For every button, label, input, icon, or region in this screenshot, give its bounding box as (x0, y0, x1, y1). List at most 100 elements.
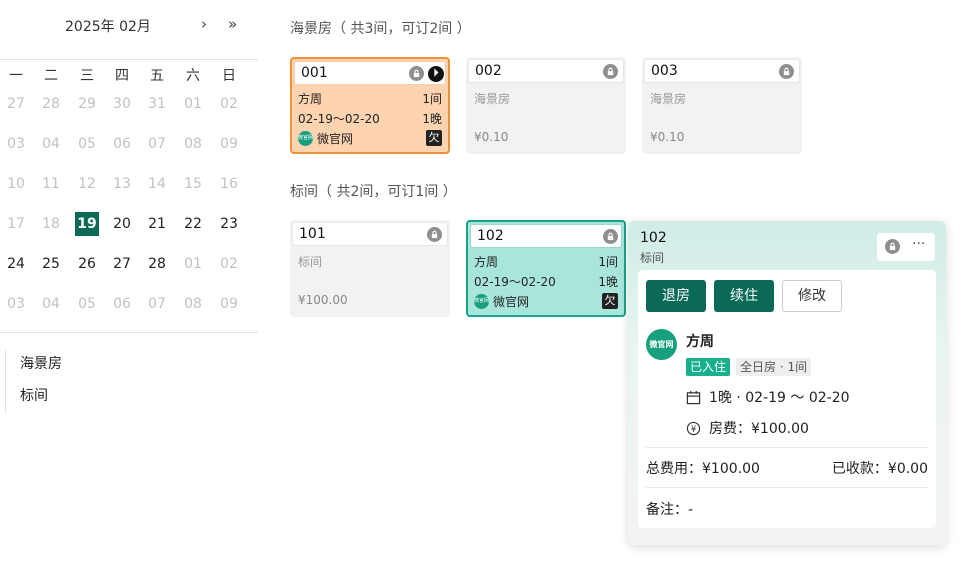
stay-type-tag: 全日房 · 1间 (736, 358, 812, 376)
lock-icon[interactable] (603, 64, 618, 79)
calendar-day[interactable]: 16 (216, 172, 242, 196)
calendar-day[interactable]: 08 (180, 132, 206, 156)
calendar-day[interactable]: 27 (3, 92, 29, 116)
lock-icon[interactable] (427, 227, 442, 242)
calendar-day-today[interactable]: 19 (75, 212, 99, 236)
calendar-day[interactable]: 07 (144, 292, 170, 316)
calendar-day[interactable]: 03 (3, 132, 29, 156)
calendar-day[interactable]: 12 (74, 172, 100, 196)
lock-icon[interactable] (409, 66, 424, 81)
guest-source-logo-icon: 微官网 (646, 329, 677, 360)
calendar-day[interactable]: 08 (180, 292, 206, 316)
calendar-icon (686, 390, 701, 405)
calendar-day[interactable]: 22 (180, 212, 206, 236)
calendar-week-row: 10 11 12 13 14 15 16 (0, 172, 258, 198)
source-logo-icon: 微官网 (474, 294, 489, 309)
calendar-day[interactable]: 26 (74, 252, 100, 276)
lock-icon[interactable] (779, 64, 794, 79)
calendar-day[interactable]: 01 (180, 92, 206, 116)
lock-icon[interactable] (603, 229, 618, 244)
calendar-day[interactable]: 09 (216, 132, 242, 156)
calendar-day[interactable]: 15 (180, 172, 206, 196)
received-amount: 已收款：¥0.00 (831, 461, 928, 477)
calendar-day[interactable]: 02 (216, 252, 242, 276)
svg-text:¥: ¥ (691, 423, 697, 433)
lock-icon[interactable] (885, 239, 900, 254)
room-number-text: 002 (475, 63, 502, 79)
calendar-day[interactable]: 24 (3, 252, 29, 276)
calendar-day[interactable]: 04 (38, 132, 64, 156)
calendar-day[interactable]: 09 (216, 292, 242, 316)
calendar-day[interactable]: 20 (109, 212, 135, 236)
room-card-001[interactable]: 001 ⏵ 方周 1间 02-19～02-20 1晚 微官网 微官网 欠 (290, 57, 450, 154)
calendar-day[interactable]: 11 (38, 172, 64, 196)
weekday-label: 一 (9, 68, 23, 84)
room-price: ¥0.10 (474, 130, 509, 144)
room-card-002[interactable]: 002 海景房 ¥0.10 (466, 57, 626, 154)
checkout-button[interactable]: 退房 (646, 280, 706, 312)
room-type-label: 标间 (298, 255, 323, 269)
popover-toolbar: ··· (877, 233, 935, 261)
calendar-day[interactable]: 28 (144, 252, 170, 276)
calendar-day[interactable]: 05 (74, 132, 100, 156)
room-card-003[interactable]: 003 海景房 ¥0.10 (642, 57, 802, 154)
calendar-day[interactable]: 01 (180, 252, 206, 276)
calendar-day[interactable]: 05 (74, 292, 100, 316)
edit-button[interactable]: 修改 (782, 280, 842, 312)
extend-stay-button[interactable]: 续住 (714, 280, 774, 312)
room-card-101[interactable]: 101 标间 ¥100.00 (290, 220, 450, 317)
remark: 备注：- (646, 502, 694, 518)
calendar-day[interactable]: 10 (3, 172, 29, 196)
checkout-icon[interactable]: ⏵ (428, 66, 444, 82)
calendar-day[interactable]: 30 (109, 92, 135, 116)
calendar-header: 2025年 02月 › » (0, 15, 258, 38)
calendar-day[interactable]: 29 (74, 92, 100, 116)
calendar-day[interactable]: 27 (109, 252, 135, 276)
stay-dates: 02-19～02-20 (298, 112, 380, 126)
calendar-day[interactable]: 14 (144, 172, 170, 196)
room-card-102[interactable]: 102 方周 1间 02-19～02-20 1晚 微官网 微官网 欠 (466, 220, 626, 317)
room-fee-text: 房费：¥100.00 (709, 421, 809, 437)
calendar-day[interactable]: 06 (109, 292, 135, 316)
calendar-divider (0, 59, 258, 60)
next-year-button[interactable]: » (228, 15, 237, 33)
room-price: ¥100.00 (298, 293, 348, 307)
calendar-day[interactable]: 04 (38, 292, 64, 316)
calendar-week-row: 17 18 19 20 21 22 23 (0, 212, 258, 238)
room-number-text: 102 (477, 228, 504, 244)
stay-nights: 1晚 (598, 275, 618, 289)
room-fee-line: ¥ 房费：¥100.00 (686, 418, 809, 438)
popover-room-number: 102 (640, 230, 667, 246)
room-number: 101 (292, 222, 448, 246)
more-icon[interactable]: ··· (912, 236, 925, 252)
calendar-day[interactable]: 28 (38, 92, 64, 116)
calendar-day[interactable]: 02 (216, 92, 242, 116)
calendar-day[interactable]: 23 (216, 212, 242, 236)
yen-icon: ¥ (686, 421, 701, 436)
occupant-name: 方周 (298, 92, 323, 106)
weekday-label: 日 (222, 68, 236, 84)
total-fee: 总费用：¥100.00 (646, 461, 760, 477)
stay-period-text: 1晚 · 02-19 ～ 02-20 (709, 390, 850, 406)
calendar-day[interactable]: 17 (3, 212, 29, 236)
next-month-button[interactable]: › (201, 15, 207, 33)
calendar-day[interactable]: 13 (109, 172, 135, 196)
calendar-week-row: 03 04 05 06 07 08 09 (0, 132, 258, 158)
guest-name: 方周 (686, 334, 714, 350)
room-number: 003 (644, 59, 800, 83)
calendar-bottom-divider (0, 332, 258, 333)
calendar-day[interactable]: 07 (144, 132, 170, 156)
calendar-day[interactable]: 31 (144, 92, 170, 116)
calendar-week-row: 03 04 05 06 07 08 09 (0, 292, 258, 318)
calendar-day[interactable]: 06 (109, 132, 135, 156)
weekday-label: 五 (150, 68, 164, 84)
weekday-row: 一二三四五六日 (0, 64, 258, 90)
room-type-item[interactable]: 海景房 (20, 350, 62, 382)
calendar-day[interactable]: 18 (38, 212, 64, 236)
calendar-day[interactable]: 25 (38, 252, 64, 276)
stay-nights: 1晚 (422, 112, 442, 126)
calendar-day[interactable]: 21 (144, 212, 170, 236)
source-logo-icon: 微官网 (298, 131, 313, 146)
calendar-day[interactable]: 03 (3, 292, 29, 316)
room-type-item[interactable]: 标间 (20, 382, 62, 414)
